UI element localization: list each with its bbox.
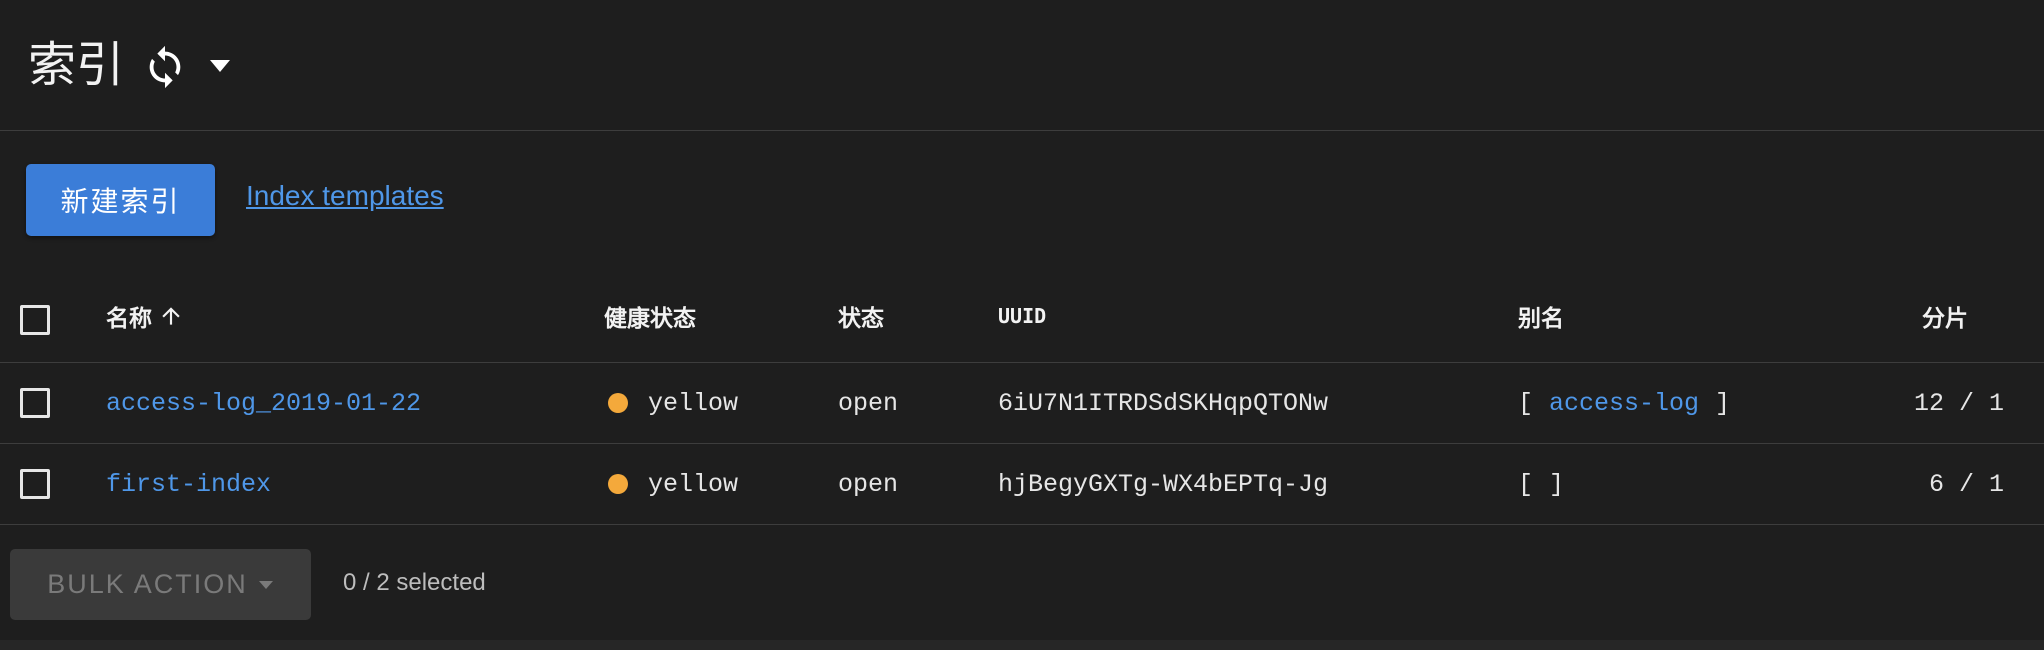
shards-cell: 12 / 1 — [1913, 388, 2004, 418]
bulk-action-label: BULK ACTION — [47, 569, 248, 599]
page-title: 索引 — [28, 37, 125, 93]
alias-close-bracket: ] — [1549, 469, 1565, 499]
shards-cell: 6 / 1 — [1928, 469, 2004, 499]
index-name-link[interactable]: access-log_2019-01-22 — [106, 363, 421, 443]
status-cell: open — [838, 469, 899, 499]
page-header: 索引 — [0, 0, 2044, 131]
caret-down-icon[interactable] — [208, 58, 232, 74]
arrow-up-icon — [162, 307, 180, 325]
uuid-cell: 6iU7N1ITRDSdSKHqpQTONw — [998, 388, 1329, 418]
caret-down-icon — [258, 580, 273, 589]
alias-link[interactable]: access-log — [1549, 389, 1699, 418]
bulk-action-button[interactable]: BULK ACTION — [10, 549, 311, 620]
row-checkbox[interactable] — [20, 388, 50, 418]
alias-close-bracket: ] — [1715, 388, 1731, 418]
selection-count: 0 / 2 selected — [343, 569, 486, 596]
new-index-button[interactable]: 新建索引 — [26, 164, 215, 236]
bottom-edge — [0, 640, 2044, 650]
table-row: first-index yellow open hjBegyGXTg-WX4bE… — [0, 444, 2044, 525]
column-header-name[interactable]: 名称 — [106, 270, 184, 362]
index-name-link[interactable]: first-index — [106, 444, 271, 524]
aliases-cell: [ access-log ] — [1518, 363, 1730, 443]
alias-open-bracket: [ — [1518, 388, 1534, 418]
index-templates-link[interactable]: Index templates — [246, 180, 444, 212]
health-status-dot-icon — [608, 474, 628, 494]
table-footer: BULK ACTION 0 / 2 selected — [0, 525, 2044, 640]
select-all-checkbox[interactable] — [20, 305, 50, 335]
column-header-status[interactable]: 状态 — [838, 270, 884, 362]
status-cell: open — [838, 388, 899, 418]
column-header-uuid[interactable]: UUID — [998, 270, 1046, 362]
aliases-cell: [ ] — [1518, 444, 1564, 524]
health-label: yellow — [648, 469, 739, 499]
alias-open-bracket: [ — [1518, 469, 1534, 499]
row-checkbox[interactable] — [20, 469, 50, 499]
table-row: access-log_2019-01-22 yellow open 6iU7N1… — [0, 363, 2044, 444]
health-status-dot-icon — [608, 393, 628, 413]
uuid-cell: hjBegyGXTg-WX4bEPTq-Jg — [998, 469, 1329, 499]
column-header-shards[interactable]: 分片 — [1922, 270, 1968, 362]
refresh-icon[interactable] — [142, 44, 188, 90]
column-header-name-label: 名称 — [106, 306, 152, 332]
column-header-health[interactable]: 健康状态 — [604, 270, 696, 362]
column-header-aliases[interactable]: 别名 — [1518, 270, 1564, 362]
health-label: yellow — [648, 388, 739, 418]
health-cell: yellow — [608, 444, 738, 524]
health-cell: yellow — [608, 363, 738, 443]
table-header-row: 名称 健康状态 状态 UUID 别名 分片 — [0, 270, 2044, 363]
indices-table: 名称 健康状态 状态 UUID 别名 分片 access-log_2019-01… — [0, 270, 2044, 525]
